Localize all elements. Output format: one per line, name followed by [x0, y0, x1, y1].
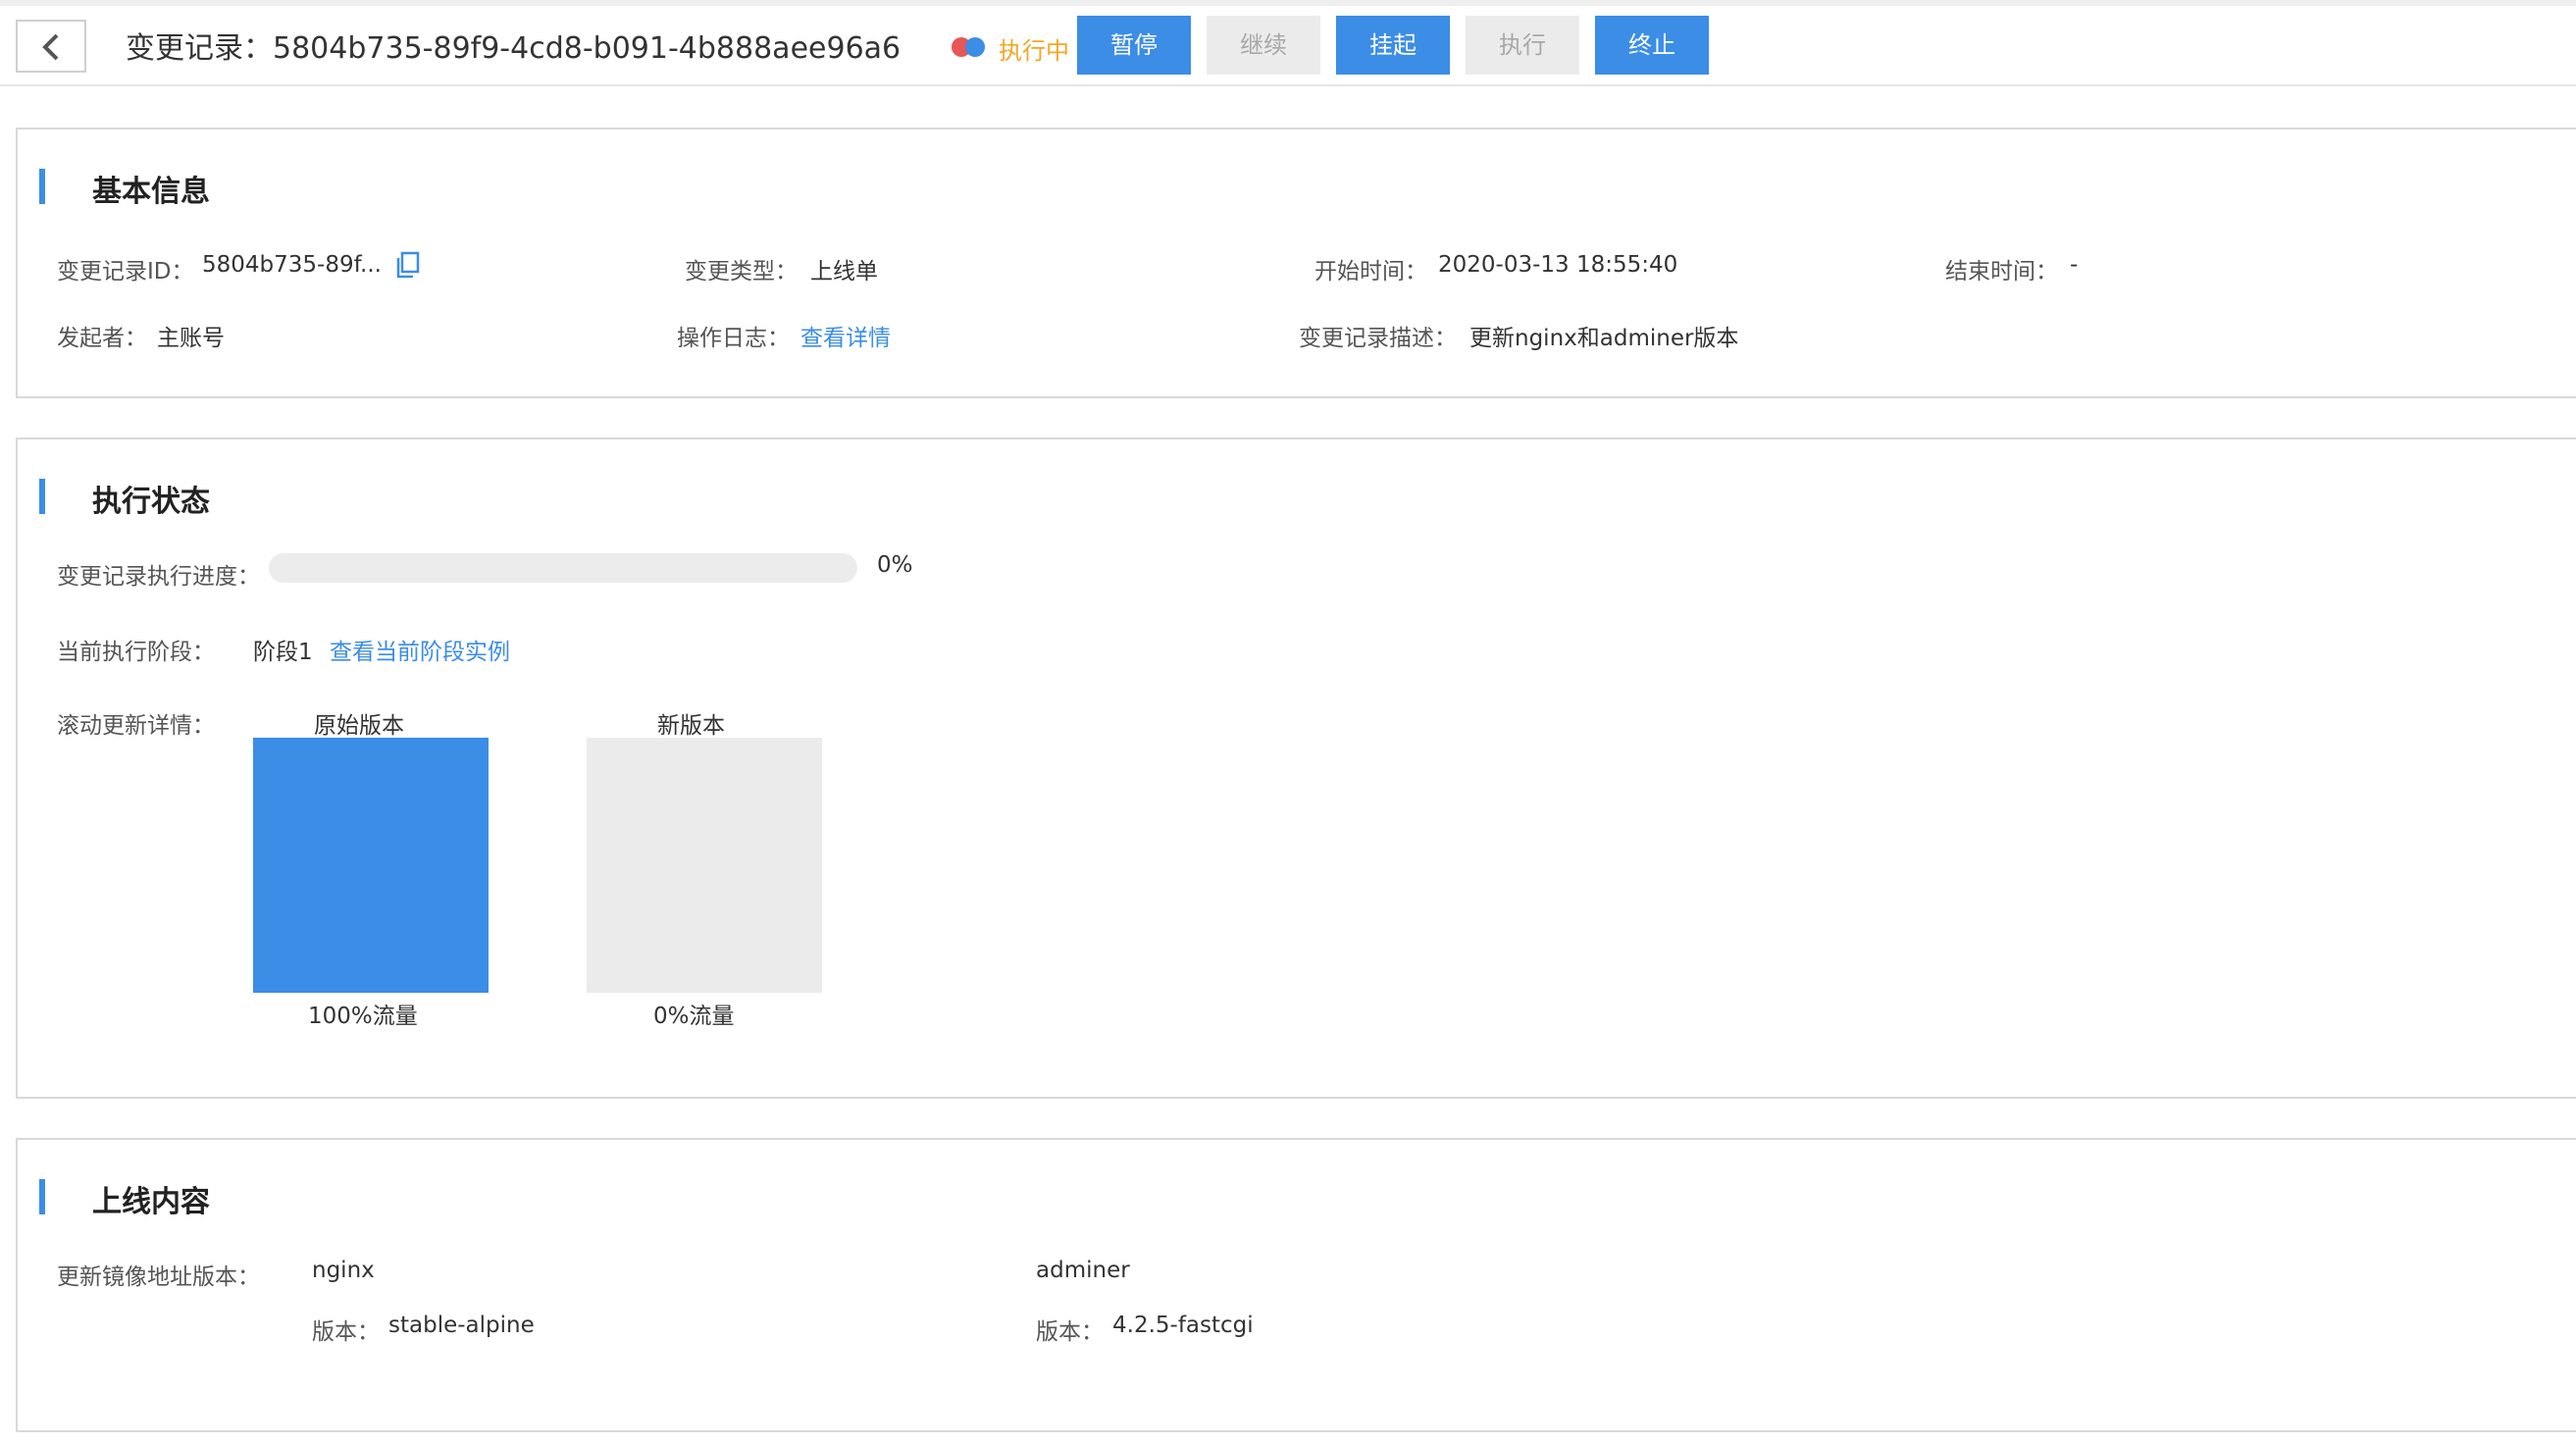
op-log-label: 操作日志：: [677, 326, 790, 351]
orig-version-traffic-box: [253, 738, 489, 993]
section-marker: [39, 169, 45, 204]
chevron-left-icon: [42, 33, 59, 61]
image-name: nginx: [312, 1258, 375, 1283]
status-indicator-icon: [952, 37, 987, 57]
pause-button[interactable]: 暂停: [1077, 16, 1191, 75]
stage-instance-link[interactable]: 查看当前阶段实例: [330, 633, 510, 666]
basic-info-title: 基本信息: [92, 175, 210, 209]
image-version: 4.2.5-fastcgi: [1112, 1313, 1254, 1338]
new-traffic-text: 0%流量: [653, 1004, 735, 1029]
start-time-label: 开始时间：: [1314, 259, 1427, 284]
version-label: 版本：: [1036, 1319, 1104, 1345]
terminate-button[interactable]: 终止: [1595, 16, 1709, 75]
change-type-label: 变更类型：: [685, 259, 798, 284]
initiator-label: 发起者：: [57, 326, 147, 351]
rolling-update-label: 滚动更新详情：: [57, 713, 215, 739]
release-content-title: 上线内容: [92, 1185, 210, 1219]
image-name: adminer: [1036, 1258, 1130, 1283]
end-time-value: -: [2070, 252, 2079, 278]
op-log-link[interactable]: 查看详情: [800, 319, 891, 352]
description-value: 更新nginx和adminer版本: [1469, 326, 1739, 351]
version-label: 版本：: [312, 1319, 380, 1345]
exec-status-title: 执行状态: [92, 485, 210, 519]
initiator-value: 主账号: [157, 326, 225, 351]
start-time-value: 2020-03-13 18:55:40: [1438, 252, 1678, 278]
current-stage-value: 阶段1: [253, 640, 313, 665]
image-version: stable-alpine: [388, 1313, 535, 1338]
orig-traffic-text: 100%流量: [308, 1004, 418, 1029]
page-title: 变更记录：5804b735-89f9-4cd8-b091-4b888aee96a…: [126, 31, 902, 66]
orig-version-label: 原始版本: [314, 713, 404, 739]
image-version-label: 更新镜像地址版本：: [57, 1264, 260, 1290]
execute-button[interactable]: 执行: [1466, 16, 1579, 75]
current-stage-label: 当前执行阶段：: [57, 640, 215, 665]
description-label: 变更记录描述：: [1299, 326, 1457, 351]
release-content-panel: [16, 1138, 2576, 1432]
end-time-label: 结束时间：: [1945, 259, 2058, 284]
progress-percent-text: 0%: [877, 552, 913, 578]
new-version-traffic-box: [587, 738, 822, 993]
page-header: 变更记录：5804b735-89f9-4cd8-b091-4b888aee96a…: [0, 0, 2576, 86]
section-marker: [39, 1179, 45, 1214]
copy-icon[interactable]: [394, 251, 422, 279]
status-text: 执行中: [999, 37, 1069, 65]
suspend-button[interactable]: 挂起: [1336, 16, 1450, 75]
resume-button[interactable]: 继续: [1207, 16, 1320, 75]
progress-label: 变更记录执行进度：: [57, 564, 260, 590]
change-type-value: 上线单: [810, 259, 878, 284]
record-id-value: 5804b735-89f...: [202, 252, 382, 278]
back-button[interactable]: [16, 20, 86, 73]
section-marker: [39, 479, 45, 514]
progress-bar: [269, 553, 857, 583]
record-id-label: 变更记录ID：: [57, 259, 194, 284]
new-version-label: 新版本: [657, 713, 725, 739]
